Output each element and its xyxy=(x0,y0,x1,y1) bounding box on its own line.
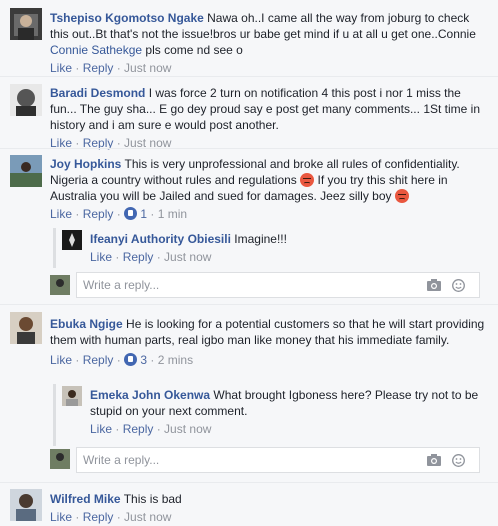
avatar[interactable] xyxy=(62,230,82,250)
comment-actions: Like · Reply · Just now xyxy=(50,61,172,75)
reply-text: Imagine!!! xyxy=(234,232,287,246)
comment-actions: Like · Reply · Just now xyxy=(50,510,172,524)
reply-link[interactable]: Reply xyxy=(83,353,114,367)
avatar[interactable] xyxy=(10,155,42,187)
reply-placeholder: Write a reply... xyxy=(83,453,160,467)
reply-link[interactable]: Reply xyxy=(123,250,154,264)
reply-thread-bar xyxy=(53,228,56,268)
comment-body: Tshepiso Kgomotso Ngake Nawa oh..I came … xyxy=(50,10,490,76)
like-link[interactable]: Like xyxy=(90,422,112,436)
reply-placeholder: Write a reply... xyxy=(83,278,160,292)
avatar[interactable] xyxy=(10,312,42,344)
avatar[interactable] xyxy=(10,489,42,521)
timestamp[interactable]: 2 mins xyxy=(158,353,193,367)
comment-actions: Like · Reply · 1 · 1 min xyxy=(50,207,188,221)
like-reaction-icon[interactable] xyxy=(124,353,138,366)
comment-text-after: pls come nd see o xyxy=(145,43,243,57)
comment-text: This is bad xyxy=(123,492,182,506)
like-link[interactable]: Like xyxy=(50,510,72,524)
reply-link[interactable]: Reply xyxy=(83,207,114,221)
avatar[interactable] xyxy=(62,386,82,406)
current-user-avatar xyxy=(50,449,70,469)
comment-author[interactable]: Tshepiso Kgomotso Ngake xyxy=(50,11,204,25)
timestamp[interactable]: Just now xyxy=(164,422,211,436)
reply-actions: Like · Reply · Just now xyxy=(90,250,212,264)
comment: Ebuka Ngige He is looking for a potentia… xyxy=(0,304,498,482)
angry-emoji-icon xyxy=(394,189,409,203)
smiley-icon[interactable] xyxy=(452,454,465,467)
reply-input[interactable]: Write a reply... xyxy=(76,272,480,298)
avatar[interactable] xyxy=(10,8,42,40)
comment-body: Baradi Desmond I was force 2 turn on not… xyxy=(50,85,490,151)
reply-link[interactable]: Reply xyxy=(83,61,114,75)
like-link[interactable]: Like xyxy=(50,353,72,367)
mention-link[interactable]: Connie Sathekge xyxy=(50,43,142,57)
comment-author[interactable]: Wilfred Mike xyxy=(50,492,121,506)
comments-panel: Tshepiso Kgomotso Ngake Nawa oh..I came … xyxy=(0,0,498,526)
like-link[interactable]: Like xyxy=(90,250,112,264)
comment-body: Wilfred Mike This is bad Like · Reply · … xyxy=(50,491,490,525)
reply-link[interactable]: Reply xyxy=(83,510,114,524)
timestamp[interactable]: Just now xyxy=(124,61,171,75)
like-link[interactable]: Like xyxy=(50,207,72,221)
comment: Wilfred Mike This is bad Like · Reply · … xyxy=(0,482,498,526)
comment-author[interactable]: Ebuka Ngige xyxy=(50,317,123,331)
reply-author[interactable]: Ifeanyi Authority Obiesili xyxy=(90,232,231,246)
smiley-icon[interactable] xyxy=(452,279,465,292)
comment-author[interactable]: Joy Hopkins xyxy=(50,157,121,171)
comment-actions: Like · Reply · 3 · 2 mins xyxy=(50,353,194,367)
comment: Joy Hopkins This is very unprofessional … xyxy=(0,148,498,304)
comment-body: Ebuka Ngige He is looking for a potentia… xyxy=(50,316,490,368)
current-user-avatar xyxy=(50,275,70,295)
reply-actions: Like · Reply · Just now xyxy=(90,422,212,436)
timestamp[interactable]: 1 min xyxy=(158,207,187,221)
timestamp[interactable]: Just now xyxy=(124,510,171,524)
like-reaction-icon[interactable] xyxy=(124,207,138,220)
timestamp[interactable]: Just now xyxy=(164,250,211,264)
comment: Baradi Desmond I was force 2 turn on not… xyxy=(0,76,498,151)
avatar[interactable] xyxy=(10,84,42,116)
comment: Tshepiso Kgomotso Ngake Nawa oh..I came … xyxy=(0,0,498,78)
camera-icon[interactable] xyxy=(427,454,441,466)
reply-body: Emeka John Okenwa What brought Igboness … xyxy=(90,387,490,437)
comment-author[interactable]: Baradi Desmond xyxy=(50,86,145,100)
camera-icon[interactable] xyxy=(427,279,441,291)
reply-input[interactable]: Write a reply... xyxy=(76,447,480,473)
angry-emoji-icon xyxy=(300,173,315,187)
reply-link[interactable]: Reply xyxy=(123,422,154,436)
reply-thread-bar xyxy=(53,384,56,446)
like-link[interactable]: Like xyxy=(50,61,72,75)
reply-author[interactable]: Emeka John Okenwa xyxy=(90,388,210,402)
comment-body: Joy Hopkins This is very unprofessional … xyxy=(50,156,490,222)
reply-body: Ifeanyi Authority Obiesili Imagine!!! Li… xyxy=(90,231,490,265)
